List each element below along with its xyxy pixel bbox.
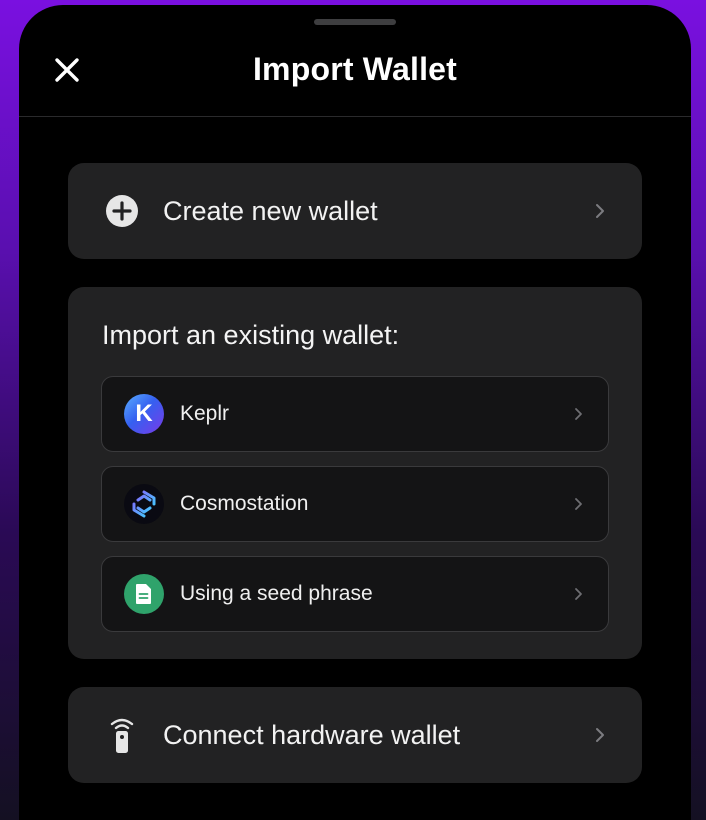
plus-circle-icon xyxy=(104,193,140,229)
create-wallet-label: Create new wallet xyxy=(163,195,378,226)
hardware-device-icon xyxy=(104,717,140,753)
seed-phrase-option[interactable]: Using a seed phrase xyxy=(101,556,609,632)
cosmostation-logo-icon xyxy=(124,484,164,524)
keplr-logo-icon: K xyxy=(124,394,164,434)
chevron-right-icon xyxy=(594,727,606,743)
create-wallet-card[interactable]: Create new wallet xyxy=(68,163,642,259)
header: Import Wallet xyxy=(19,35,691,117)
create-wallet-button[interactable]: Create new wallet xyxy=(68,163,642,259)
chevron-right-icon xyxy=(594,203,606,219)
document-icon xyxy=(124,574,164,614)
chevron-right-icon xyxy=(572,496,584,512)
chevron-right-icon xyxy=(572,406,584,422)
cosmostation-label: Cosmostation xyxy=(180,492,309,515)
import-heading: Import an existing wallet: xyxy=(102,320,400,350)
import-wallet-sheet: Import Wallet Create new wallet Import a… xyxy=(19,5,691,820)
chevron-right-icon xyxy=(572,586,584,602)
keplr-label: Keplr xyxy=(180,402,230,425)
seed-phrase-label: Using a seed phrase xyxy=(180,582,373,605)
hardware-wallet-card[interactable]: Connect hardware wallet xyxy=(68,687,642,783)
connect-hardware-button[interactable]: Connect hardware wallet xyxy=(68,687,642,783)
keplr-option[interactable]: K Keplr xyxy=(101,376,609,452)
hardware-wallet-label: Connect hardware wallet xyxy=(163,719,461,750)
cosmostation-option[interactable]: Cosmostation xyxy=(101,466,609,542)
import-existing-card: Import an existing wallet: K Keplr Cosmo… xyxy=(68,287,642,659)
sheet-grabber[interactable] xyxy=(314,19,396,25)
page-title: Import Wallet xyxy=(252,51,458,87)
